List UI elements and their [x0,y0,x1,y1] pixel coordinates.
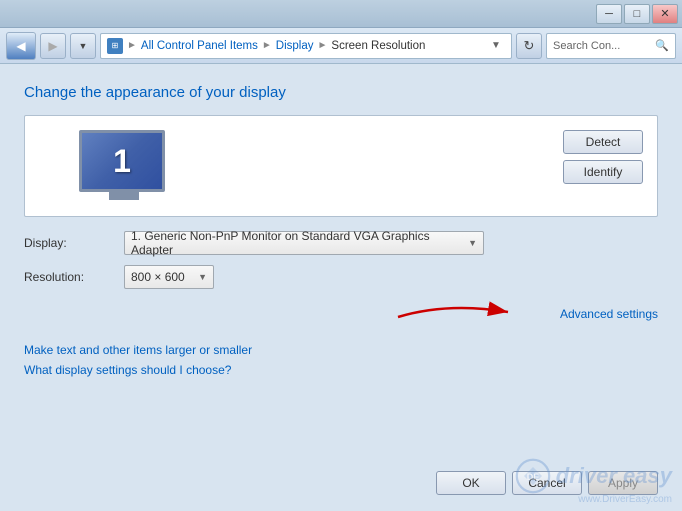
display-settings-link[interactable]: What display settings should I choose? [24,363,658,377]
forward-button[interactable]: ▶ [40,33,66,59]
addressbar: ◀ ▶ ▼ ⊞ ► All Control Panel Items ► Disp… [0,28,682,64]
resolution-dropdown[interactable]: 800 × 600 ▼ [124,265,214,289]
resolution-label: Resolution: [24,270,114,284]
breadcrumb-dropdown[interactable]: ▼ [487,34,505,58]
monitor-stand [109,192,139,200]
display-value: 1. Generic Non-PnP Monitor on Standard V… [131,229,464,257]
breadcrumb-bar: ⊞ ► All Control Panel Items ► Display ► … [100,33,512,59]
page-title: Change the appearance of your display [24,84,658,101]
larger-text-link[interactable]: Make text and other items larger or smal… [24,343,658,357]
identify-button[interactable]: Identify [563,160,643,184]
breadcrumb-link-1[interactable]: All Control Panel Items [141,40,258,52]
monitor-screen: 1 [79,130,165,192]
watermark-url: www.DriverEasy.com [578,494,672,505]
titlebar: ─ □ ✕ [0,0,682,28]
breadcrumb-link-2[interactable]: Display [276,40,314,52]
display-row: Display: 1. Generic Non-PnP Monitor on S… [24,231,658,255]
breadcrumb-sep-1: ► [127,40,137,51]
resolution-value: 800 × 600 [131,270,185,284]
apply-button[interactable]: Apply [588,471,658,495]
content-area: Change the appearance of your display 1 … [0,64,682,511]
resolution-row: Resolution: 800 × 600 ▼ [24,265,658,289]
links-section: Make text and other items larger or smal… [24,343,658,377]
detect-buttons: Detect Identify [563,130,643,184]
breadcrumb-sep-2: ► [262,40,272,51]
minimize-button[interactable]: ─ [596,4,622,24]
cancel-button[interactable]: Cancel [512,471,582,495]
advanced-settings-row: Advanced settings [24,299,658,329]
display-dropdown-arrow: ▼ [468,238,477,248]
search-icon[interactable]: 🔍 [655,39,669,52]
monitor-icon: 1 [79,130,169,202]
breadcrumb-sep-3: ► [318,40,328,51]
breadcrumb-current: Screen Resolution [331,40,425,52]
monitor-number: 1 [113,143,131,180]
advanced-settings-link[interactable]: Advanced settings [560,307,658,321]
bottom-buttons: OK Cancel Apply [24,461,658,495]
maximize-button[interactable]: □ [624,4,650,24]
detect-button[interactable]: Detect [563,130,643,154]
close-button[interactable]: ✕ [652,4,678,24]
search-bar[interactable]: Search Con... 🔍 [546,33,676,59]
display-label: Display: [24,236,114,250]
search-text: Search Con... [553,40,651,52]
control-panel-icon: ⊞ [107,38,123,54]
back-button[interactable]: ◀ [6,32,36,60]
refresh-button[interactable]: ↻ [516,33,542,59]
resolution-dropdown-arrow: ▼ [198,272,207,282]
display-dropdown[interactable]: 1. Generic Non-PnP Monitor on Standard V… [124,231,484,255]
dropdown-button[interactable]: ▼ [70,33,96,59]
ok-button[interactable]: OK [436,471,506,495]
red-arrow-svg [388,297,518,327]
display-panel: 1 Detect Identify [24,115,658,217]
